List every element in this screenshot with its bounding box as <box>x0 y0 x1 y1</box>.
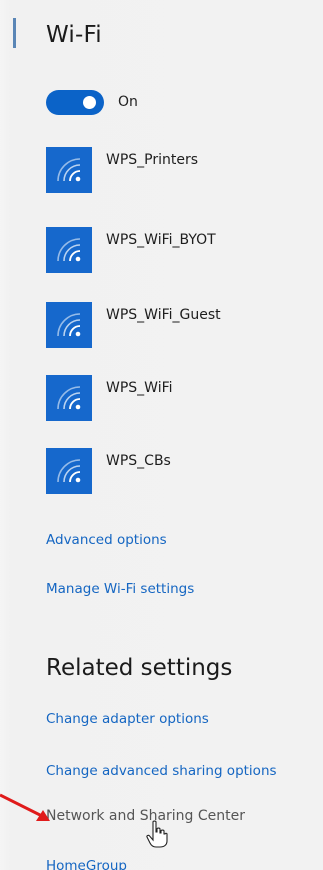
network-item-wps-wifi-byot[interactable]: WPS_WiFi_BYOT <box>46 227 216 273</box>
toggle-knob <box>83 95 96 109</box>
homegroup-link[interactable]: HomeGroup <box>46 858 127 870</box>
network-name: WPS_WiFi_Guest <box>106 307 221 323</box>
wifi-signal-icon <box>46 302 92 348</box>
advanced-options-link[interactable]: Advanced options <box>46 532 167 548</box>
wifi-signal-icon <box>46 147 92 193</box>
wifi-toggle-label: On <box>118 94 138 110</box>
wifi-signal-icon <box>46 448 92 494</box>
network-name: WPS_CBs <box>106 453 171 469</box>
manage-wifi-settings-link[interactable]: Manage Wi-Fi settings <box>46 581 194 597</box>
change-adapter-options-link[interactable]: Change adapter options <box>46 711 209 727</box>
nav-accent-bar <box>13 18 16 48</box>
network-item-wps-wifi-guest[interactable]: WPS_WiFi_Guest <box>46 302 221 348</box>
wifi-signal-icon <box>46 375 92 421</box>
related-settings-title: Related settings <box>46 655 233 681</box>
change-advanced-sharing-link[interactable]: Change advanced sharing options <box>46 763 277 779</box>
wifi-signal-icon <box>46 227 92 273</box>
annotation-arrow-icon <box>0 793 50 821</box>
network-item-wps-wifi[interactable]: WPS_WiFi <box>46 375 173 421</box>
wifi-settings-panel: Wi-Fi On WPS_Printers WPS_WiFi_BYOT WPS_… <box>0 0 323 870</box>
hand-cursor-icon <box>146 820 168 848</box>
page-title: Wi-Fi <box>46 22 102 48</box>
network-name: WPS_WiFi_BYOT <box>106 232 216 248</box>
wifi-toggle-switch[interactable] <box>46 89 104 115</box>
network-item-wps-cbs[interactable]: WPS_CBs <box>46 448 171 494</box>
wifi-toggle-row: On <box>46 89 138 115</box>
network-name: WPS_WiFi <box>106 380 173 396</box>
network-name: WPS_Printers <box>106 152 199 168</box>
network-item-wps-printers[interactable]: WPS_Printers <box>46 147 198 193</box>
